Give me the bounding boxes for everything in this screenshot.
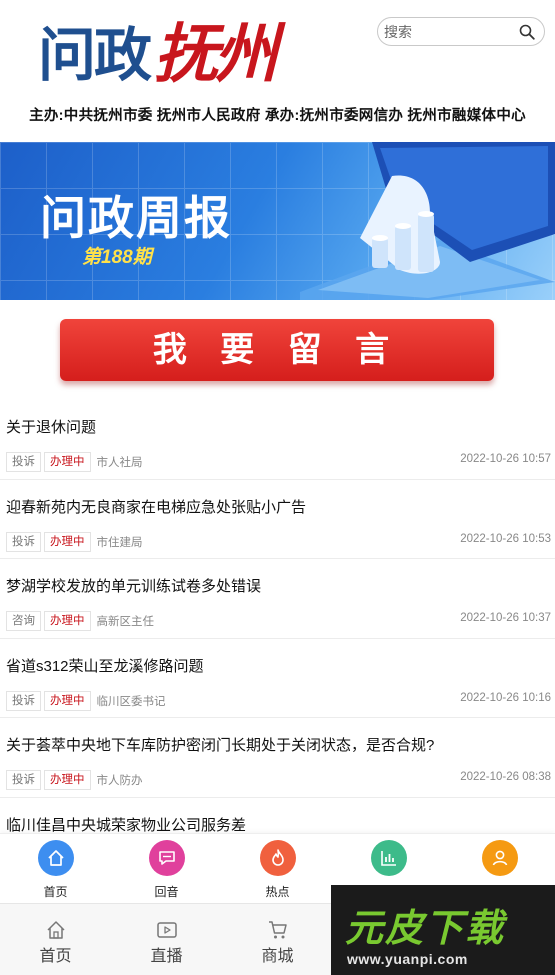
timestamp: 2022-10-26 10:16 [460,691,551,704]
banner-issue-number: 第188期 [82,247,152,268]
timestamp: 2022-10-26 10:37 [460,612,551,624]
logo-text-left: 问政 [38,21,152,89]
watermark-logo-text: 元皮下载 [345,906,506,950]
status-badge: 办理中 [44,611,91,631]
list-item-meta: 咨询 办理中 高新区主任 [6,611,154,631]
list-item-meta: 投诉 办理中 市人防办 [6,770,143,790]
list-item-title[interactable]: 关于退休问题 [6,416,96,437]
host-tab-label: 直播 [150,948,183,965]
host-tab-label: 首页 [39,948,72,965]
flame-icon[interactable] [259,840,296,876]
list-item-title[interactable]: 临川佳昌中央城荣家物业公司服务差 [6,814,246,835]
department-label: 市人防办 [96,775,143,787]
list-item[interactable]: 省道s312荣山至龙溪修路问题 投诉 办理中 临川区委书记 2022-10-26… [0,639,555,718]
tab-home[interactable]: 首页 [0,834,111,903]
search-box[interactable] [377,17,545,46]
department-label: 市住建局 [96,536,143,549]
watermark-url: www.yuanpi.com [347,951,468,967]
department-label: 高新区主任 [96,616,155,628]
host-tab-label: 商城 [261,948,294,965]
question-list: 关于退休问题 投诉 办理中 市人社局 2022-10-26 10:57 迎春新苑… [0,400,555,877]
type-tag: 咨询 [6,611,41,631]
status-badge: 办理中 [44,452,91,472]
list-item[interactable]: 关于荟萃中央地下车库防护密闭门长期处于关闭状态，是否合规? 投诉 办理中 市人防… [0,718,555,798]
logo-text-right: 抚州 [154,17,278,92]
list-item[interactable]: 关于退休问题 投诉 办理中 市人社局 2022-10-26 10:57 [0,400,555,480]
department-label: 市人社局 [96,457,143,469]
type-tag: 投诉 [6,770,41,790]
weekly-report-banner[interactable]: 问政周报 第188期 [0,142,555,300]
status-badge: 办理中 [44,690,91,711]
tab-label: 首页 [43,885,68,899]
status-badge: 办理中 [44,531,91,552]
type-tag: 投诉 [6,690,41,711]
status-badge: 办理中 [44,770,91,790]
sponsor-line: 主办:中共抚州市委 抚州市人民政府 承办:抚州市委网信办 抚州市融媒体中心 [29,108,526,124]
host-tab-mall[interactable]: 商城 [222,904,333,975]
leave-message-button[interactable]: 我 要 留 言 [60,319,494,381]
watermark: 元皮下载 www.yuanpi.com [331,885,555,975]
list-item-title[interactable]: 关于荟萃中央地下车库防护密闭门长期处于关闭状态，是否合规? [6,734,434,755]
app-header: 问政 抚州 [0,0,555,95]
tab-label: 热点 [265,885,290,899]
host-tab-live[interactable]: 直播 [111,904,222,975]
search-input[interactable] [384,21,514,43]
list-item[interactable]: 迎春新苑内无良商家在电梯应急处张贴小广告 投诉 办理中 市住建局 2022-10… [0,480,555,559]
home-icon[interactable] [37,840,74,876]
bar-chart-icon[interactable] [370,840,407,876]
list-item-title[interactable]: 省道s312荣山至龙溪修路问题 [6,655,204,676]
list-item-meta: 投诉 办理中 临川区委书记 [6,690,166,711]
list-item[interactable]: 梦湖学校发放的单元训练试卷多处错误 咨询 办理中 高新区主任 2022-10-2… [0,559,555,639]
tab-label: 回音 [154,885,179,899]
host-tab-home[interactable]: 首页 [0,904,111,975]
list-item-title[interactable]: 迎春新苑内无良商家在电梯应急处张贴小广告 [6,496,306,517]
list-item-meta: 投诉 办理中 市住建局 [6,531,143,552]
list-item-title[interactable]: 梦湖学校发放的单元训练试卷多处错误 [6,575,261,596]
timestamp: 2022-10-26 10:53 [460,532,551,545]
video-icon[interactable] [156,919,178,941]
home-icon[interactable] [45,919,67,941]
user-icon[interactable] [481,840,518,876]
timestamp: 2022-10-26 10:57 [460,453,551,465]
chat-icon[interactable] [148,840,185,876]
tab-echo[interactable]: 回音 [111,834,222,903]
banner-title: 问政周报 [40,191,232,245]
search-icon[interactable] [519,24,535,40]
list-item-meta: 投诉 办理中 市人社局 [6,452,143,472]
type-tag: 投诉 [6,531,41,552]
cart-icon[interactable] [267,919,289,941]
tab-hot[interactable]: 热点 [222,834,333,903]
department-label: 临川区委书记 [96,695,166,708]
type-tag: 投诉 [6,452,41,472]
site-logo[interactable]: 问政 抚州 [38,8,278,92]
timestamp: 2022-10-26 08:38 [460,771,551,783]
